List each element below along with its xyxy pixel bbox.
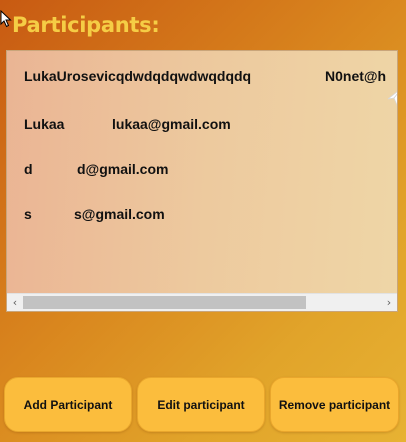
add-participant-button[interactable]: Add Participant bbox=[4, 377, 132, 432]
horizontal-scrollbar[interactable]: ‹ › bbox=[7, 293, 397, 311]
participant-email: d@gmail.com bbox=[77, 161, 169, 177]
list-item[interactable]: s s@gmail.com bbox=[24, 206, 165, 222]
list-item[interactable]: LukaUrosevicqdwdqdqwdwqdqdq N0net@h bbox=[24, 68, 386, 84]
participant-email: s@gmail.com bbox=[74, 206, 165, 222]
participants-list-viewport: LukaUrosevicqdwdqdqwdwqdqdq N0net@h Lukaa… bbox=[7, 51, 397, 293]
remove-participant-button[interactable]: Remove participant bbox=[270, 377, 399, 432]
participant-name: d bbox=[24, 161, 33, 177]
scroll-left-icon[interactable]: ‹ bbox=[7, 294, 23, 311]
list-item[interactable]: Lukaa lukaa@gmail.com bbox=[24, 116, 231, 132]
scroll-right-icon[interactable]: › bbox=[381, 294, 397, 311]
list-item[interactable]: d d@gmail.com bbox=[24, 161, 168, 177]
page-title: Participants: bbox=[12, 13, 160, 37]
participants-list[interactable]: LukaUrosevicqdwdqdqwdwqdqdq N0net@h Lukaa… bbox=[6, 50, 398, 312]
paper-plane-icon bbox=[387, 91, 397, 107]
edit-participant-button[interactable]: Edit participant bbox=[137, 377, 265, 432]
participant-email: lukaa@gmail.com bbox=[112, 116, 231, 132]
scrollbar-thumb[interactable] bbox=[23, 296, 306, 309]
participant-name: s bbox=[24, 206, 32, 222]
participant-email: N0net@h bbox=[325, 68, 387, 84]
participant-name: LukaUrosevicqdwdqdqwdwqdqdq bbox=[24, 68, 252, 84]
mouse-cursor-icon bbox=[0, 10, 12, 28]
participant-name: Lukaa bbox=[24, 116, 65, 132]
